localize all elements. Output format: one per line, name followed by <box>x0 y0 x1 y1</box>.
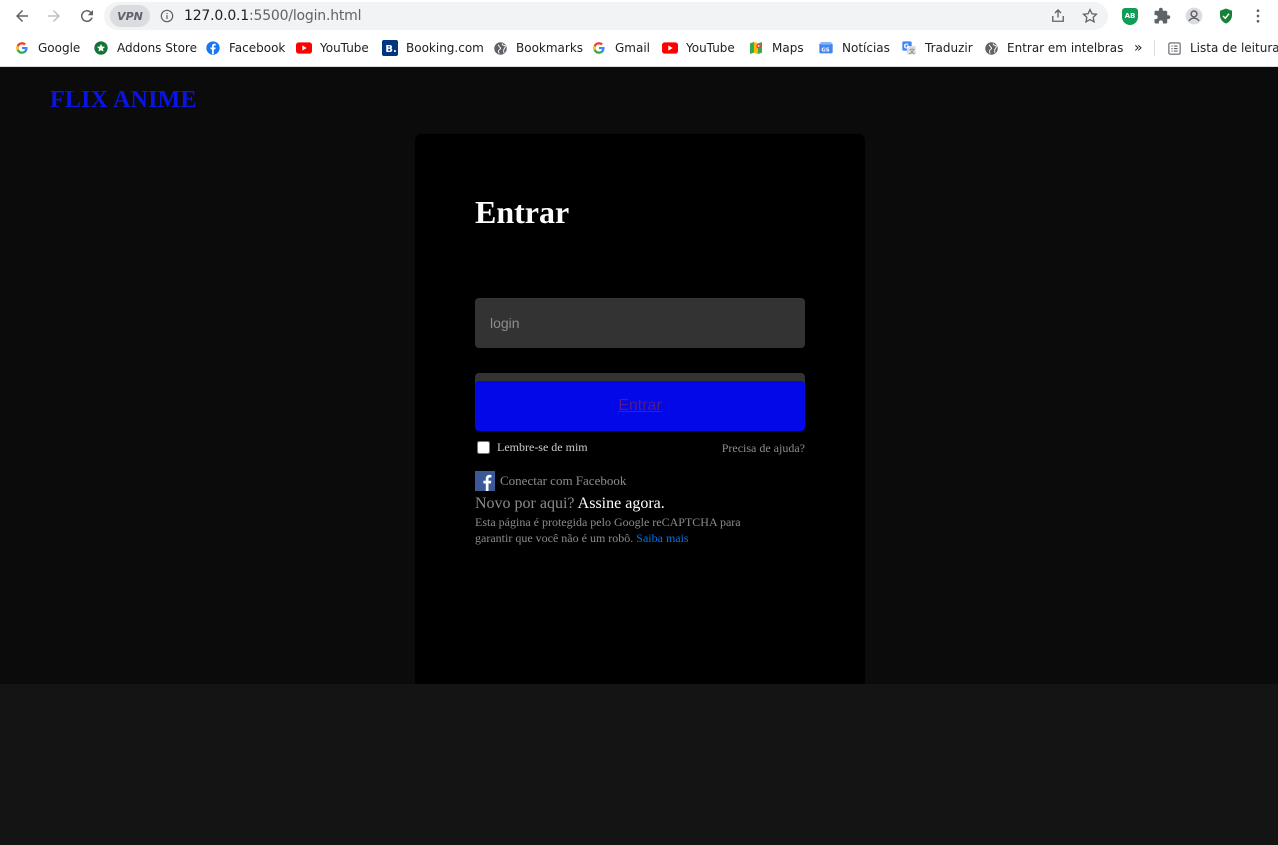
signup-suffix: . <box>660 495 665 512</box>
vpn-label: VPN <box>117 9 143 23</box>
facebook-login-link[interactable]: Conectar com Facebook <box>475 471 626 491</box>
google-icon <box>591 40 607 56</box>
globe-icon <box>492 40 508 56</box>
security-extension-button[interactable] <box>1216 6 1236 26</box>
bookmark-entrar-intelbras[interactable]: Entrar em intelbras <box>983 38 1123 58</box>
kebab-menu-icon <box>1256 9 1260 23</box>
bookmark-label: Addons Store <box>117 41 197 55</box>
site-info-icon[interactable] <box>160 9 174 23</box>
share-button[interactable] <box>1048 6 1068 26</box>
bookmark-youtube[interactable]: YouTube <box>296 38 369 58</box>
bookmark-gmail[interactable]: Gmail <box>591 38 650 58</box>
url-path: :5500/login.html <box>249 8 362 24</box>
recaptcha-text: Esta página é protegida pelo Google reCA… <box>475 515 741 545</box>
bookmark-label: YouTube <box>320 41 369 55</box>
google-icon <box>14 40 30 56</box>
browser-toolbar: VPN 127.0.0.1:5500/login.html AB <box>0 0 1278 33</box>
signup-link[interactable]: Assine agora <box>578 495 661 512</box>
youtube-icon <box>296 40 312 56</box>
facebook-login-label: Conectar com Facebook <box>500 473 627 488</box>
share-icon <box>1052 9 1064 22</box>
recaptcha-learn-more-link[interactable]: Saiba mais <box>636 531 688 545</box>
signup-line: Novo por aqui? Assine agora. <box>475 495 665 513</box>
shield-check-icon <box>1220 8 1232 24</box>
bookmark-label: Bookmarks <box>516 41 584 55</box>
remember-me-checkbox[interactable] <box>477 441 490 454</box>
bookmark-booking[interactable]: B. Booking.com <box>382 38 484 58</box>
bookmarks-divider <box>1154 40 1155 56</box>
page-body: FLIX ANIME Entrar Entrar Lembre-se de mi… <box>0 67 1278 684</box>
vpn-chip[interactable]: VPN <box>110 5 150 27</box>
bookmark-google[interactable]: Google <box>14 38 80 58</box>
bookmark-traduzir[interactable]: G文 Traduzir <box>901 38 973 58</box>
bookmark-label: Entrar em intelbras <box>1007 41 1124 55</box>
extensions-button[interactable] <box>1152 6 1172 26</box>
bookmark-label: Gmail <box>615 41 651 55</box>
svg-text:文: 文 <box>909 47 915 55</box>
address-bar[interactable]: VPN 127.0.0.1:5500/login.html <box>104 2 1108 30</box>
chevron-double-right-icon: » <box>1134 40 1143 56</box>
reload-icon <box>80 10 93 23</box>
login-card: Entrar Entrar Lembre-se de mim Precisa d… <box>415 134 865 684</box>
reading-list-button[interactable]: Lista de leitura <box>1166 38 1278 58</box>
signup-prefix: Novo por aqui? <box>475 495 575 512</box>
browser-chrome: VPN 127.0.0.1:5500/login.html AB Google … <box>0 0 1278 67</box>
page-bottom-area <box>0 684 1278 845</box>
profile-icon <box>1185 7 1203 25</box>
bookmark-label: Facebook <box>229 41 286 55</box>
ab-shield-icon: AB <box>1122 7 1138 25</box>
profile-button[interactable] <box>1184 6 1204 26</box>
bookmark-star-button[interactable] <box>1080 6 1100 26</box>
bookmark-label: Traduzir <box>925 41 973 55</box>
submit-label: Entrar <box>618 397 662 414</box>
extension-ab-button[interactable]: AB <box>1120 6 1140 26</box>
bookmark-label: Google <box>38 41 81 55</box>
bookmarks-overflow-button[interactable]: » <box>1134 38 1143 58</box>
bookmark-label: Booking.com <box>406 41 484 55</box>
youtube-icon <box>662 40 678 56</box>
back-arrow-icon <box>16 10 28 22</box>
bookmark-label: Maps <box>772 41 804 55</box>
translate-icon: G文 <box>901 40 917 56</box>
bookmark-facebook[interactable]: Facebook <box>205 38 285 58</box>
recaptcha-notice: Esta página é protegida pelo Google reCA… <box>475 514 775 546</box>
url-text[interactable]: 127.0.0.1:5500/login.html <box>184 8 362 24</box>
bookmark-label: Notícias <box>842 41 890 55</box>
bookmark-bookmarks[interactable]: Bookmarks <box>492 38 583 58</box>
reload-button[interactable] <box>75 4 99 28</box>
bookmark-label: YouTube <box>686 41 735 55</box>
addons-store-icon <box>93 40 109 56</box>
login-title: Entrar <box>475 194 570 230</box>
url-host: 127.0.0.1 <box>184 8 249 24</box>
reading-list-icon <box>1166 40 1182 56</box>
bookmark-maps[interactable]: Maps <box>748 38 804 58</box>
back-button[interactable] <box>10 4 34 28</box>
maps-icon <box>748 40 764 56</box>
ab-badge-label: AB <box>1124 12 1136 20</box>
svg-text:B.: B. <box>385 44 396 55</box>
news-icon: GS <box>818 40 834 56</box>
bookmarks-bar: Google Addons Store Facebook YouTube B. … <box>0 36 1278 60</box>
star-icon <box>1082 8 1098 24</box>
remember-me[interactable]: Lembre-se de mim <box>475 440 588 455</box>
login-input[interactable] <box>475 298 805 348</box>
puzzle-icon <box>1154 7 1171 24</box>
booking-icon: B. <box>382 40 398 56</box>
browser-menu-button[interactable] <box>1248 6 1268 26</box>
globe-icon <box>983 40 999 56</box>
svg-text:GS: GS <box>821 47 829 53</box>
svg-text:G: G <box>904 43 909 51</box>
forward-arrow-icon <box>48 10 60 22</box>
submit-button[interactable]: Entrar <box>475 381 805 431</box>
remember-me-label: Lembre-se de mim <box>497 440 588 454</box>
bookmark-addons-store[interactable]: Addons Store <box>93 38 197 58</box>
help-link[interactable]: Precisa de ajuda? <box>722 441 805 456</box>
reading-list-label: Lista de leitura <box>1190 41 1278 55</box>
site-logo[interactable]: FLIX ANIME <box>50 87 197 114</box>
facebook-icon <box>475 471 495 491</box>
forward-button[interactable] <box>42 4 66 28</box>
bookmark-youtube-2[interactable]: YouTube <box>662 38 735 58</box>
facebook-icon <box>205 40 221 56</box>
bookmark-noticias[interactable]: GS Notícias <box>818 38 890 58</box>
